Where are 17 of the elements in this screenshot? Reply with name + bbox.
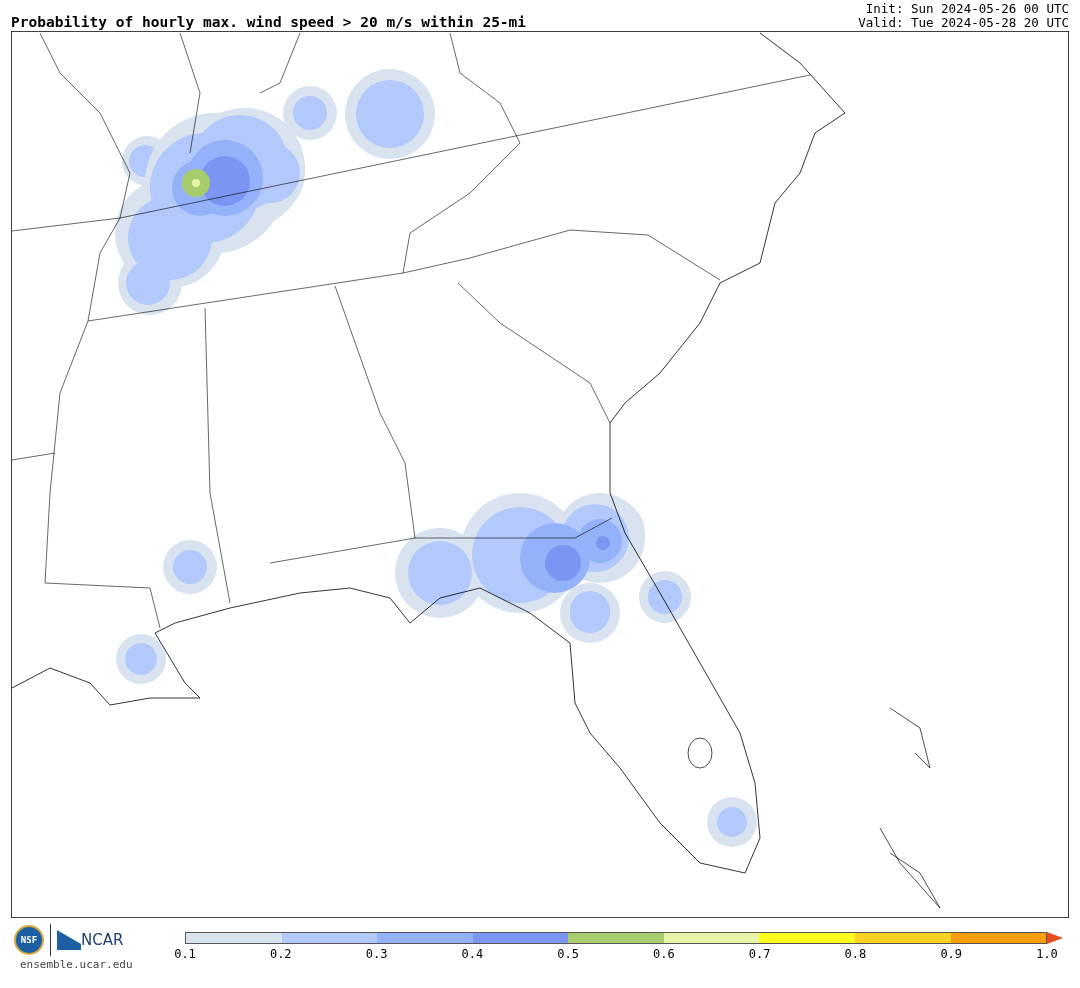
colorbar-tick-label: 0.6	[653, 947, 675, 961]
nsf-logo: NSF	[14, 925, 44, 955]
website-url: ensemble.ucar.edu	[20, 958, 134, 971]
ncar-logo: NCAR	[81, 931, 124, 949]
colorbar-tick-label: 0.8	[844, 947, 867, 961]
colorbar-tick-label: 0.2	[269, 947, 292, 961]
colorbar-tick-label: 0.4	[461, 947, 484, 961]
ncar-logo-icon	[57, 930, 81, 950]
colorbar-tick-label: 0.9	[940, 947, 963, 961]
colorbar-tick-label: 0.1	[174, 947, 196, 961]
colorbar-tick-label: 0.5	[557, 947, 579, 961]
init-time: Init: Sun 2024-05-26 00 UTC	[864, 2, 1069, 16]
valid-time: Valid: Tue 2024-05-28 20 UTC	[858, 16, 1069, 30]
colorbar-tick-label: 0.3	[365, 947, 388, 961]
colorbar-tick-label: 0.7	[748, 947, 771, 961]
colorbar-tick-label: 1.0	[1036, 947, 1058, 961]
map-title: Probability of hourly max. wind speed > 20 m/s within 25-mi	[11, 14, 527, 30]
